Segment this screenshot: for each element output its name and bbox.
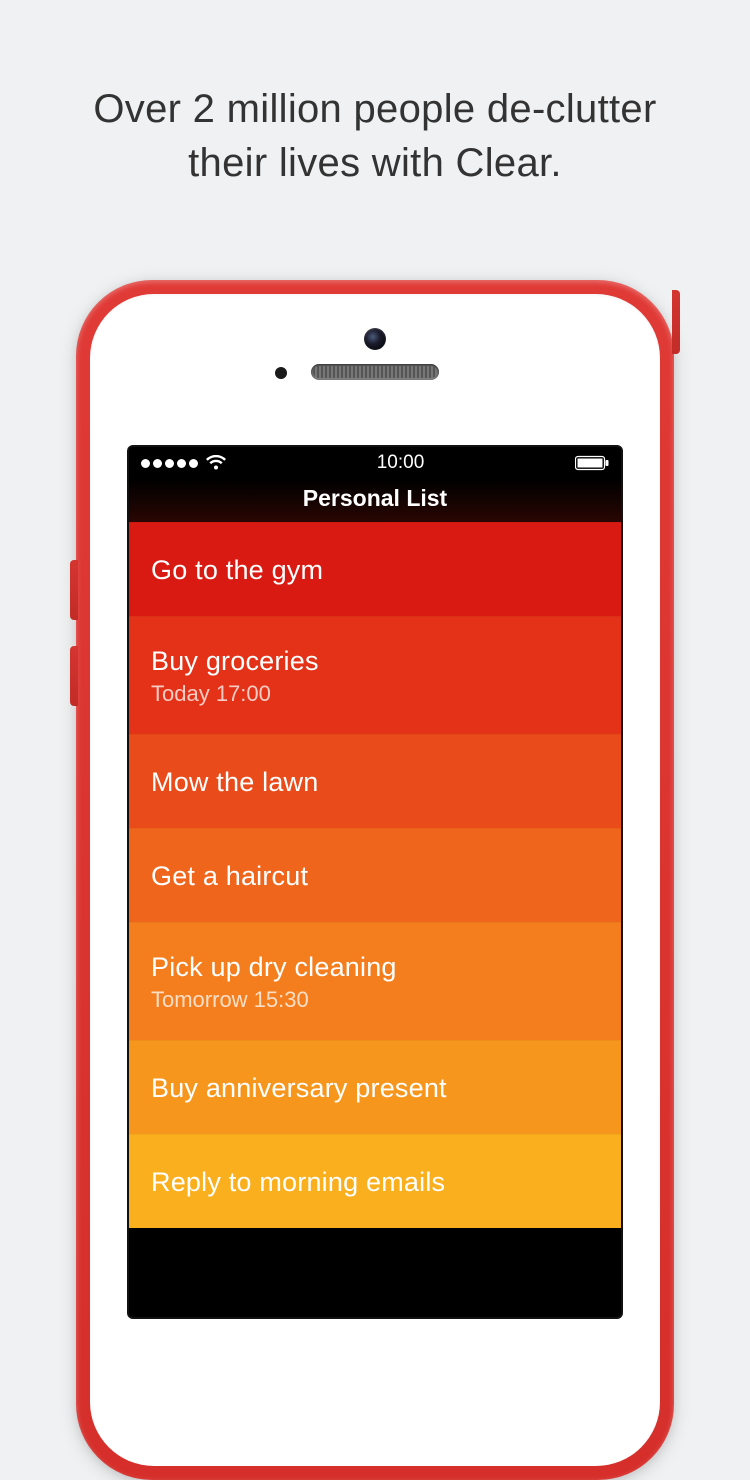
- task-item[interactable]: Reply to morning emails: [129, 1134, 621, 1228]
- empty-space: [129, 1228, 621, 1288]
- power-button-icon: [672, 290, 680, 354]
- status-time: 10:00: [377, 452, 425, 474]
- task-title: Reply to morning emails: [151, 1167, 599, 1198]
- earpiece-speaker-icon: [311, 364, 439, 380]
- marketing-headline: Over 2 million people de-clutter their l…: [0, 0, 750, 190]
- task-due: Tomorrow 15:30: [151, 987, 599, 1013]
- task-title: Buy groceries: [151, 646, 599, 677]
- task-item[interactable]: Buy groceries Today 17:00: [129, 616, 621, 734]
- wifi-icon: [206, 455, 226, 471]
- task-title: Go to the gym: [151, 555, 599, 586]
- task-list[interactable]: Go to the gym Buy groceries Today 17:00 …: [129, 522, 621, 1228]
- proximity-sensor-icon: [275, 367, 287, 379]
- battery-icon: [575, 455, 609, 471]
- volume-up-button-icon: [70, 560, 78, 620]
- task-title: Buy anniversary present: [151, 1073, 599, 1104]
- task-title: Pick up dry cleaning: [151, 952, 599, 983]
- headline-line-1: Over 2 million people de-clutter: [93, 87, 656, 131]
- volume-down-button-icon: [70, 646, 78, 706]
- task-item[interactable]: Mow the lawn: [129, 734, 621, 828]
- list-title: Personal List: [129, 479, 621, 522]
- task-title: Mow the lawn: [151, 767, 599, 798]
- task-item[interactable]: Go to the gym: [129, 522, 621, 616]
- headline-line-2: their lives with Clear.: [188, 141, 562, 185]
- signal-strength-icon: [141, 459, 198, 468]
- phone-sensors: [90, 328, 660, 380]
- phone-frame: 10:00 Personal List Go to the gym Buy gr…: [76, 280, 674, 1480]
- task-due: Today 17:00: [151, 681, 599, 707]
- front-camera-icon: [364, 328, 386, 350]
- status-bar: 10:00: [129, 447, 621, 479]
- task-item[interactable]: Pick up dry cleaning Tomorrow 15:30: [129, 922, 621, 1040]
- phone-screen: 10:00 Personal List Go to the gym Buy gr…: [129, 447, 621, 1317]
- phone-face: 10:00 Personal List Go to the gym Buy gr…: [90, 294, 660, 1466]
- task-item[interactable]: Buy anniversary present: [129, 1040, 621, 1134]
- task-item[interactable]: Get a haircut: [129, 828, 621, 922]
- task-title: Get a haircut: [151, 861, 599, 892]
